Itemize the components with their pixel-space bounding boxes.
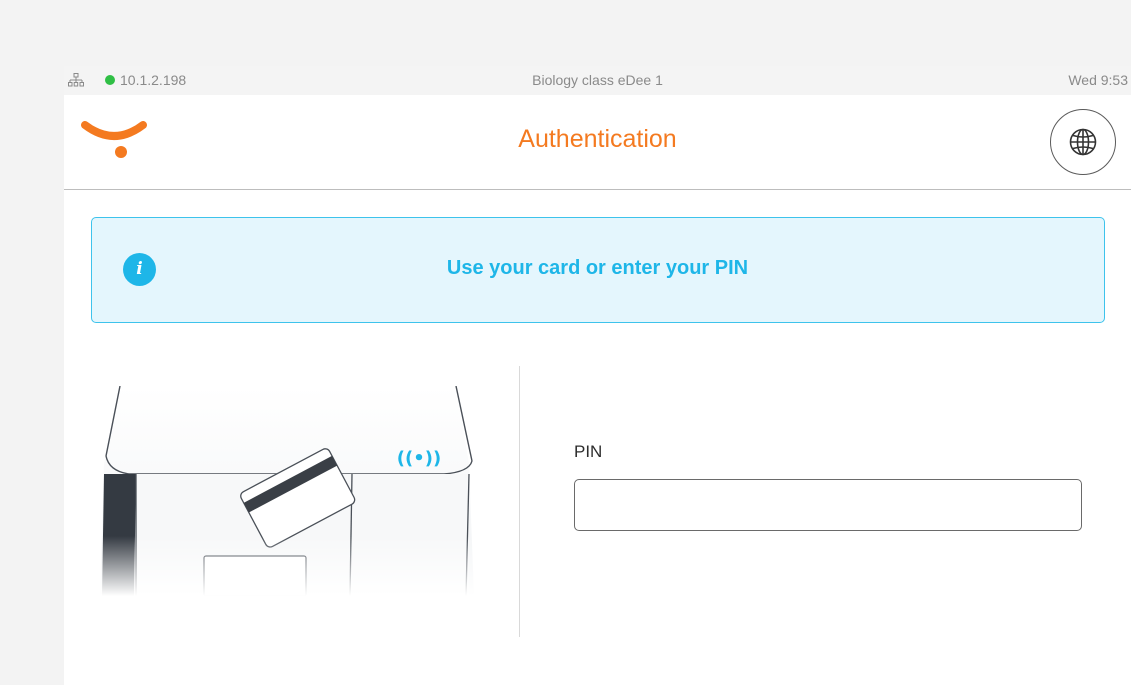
column-divider [519, 366, 520, 637]
language-button[interactable] [1050, 109, 1116, 175]
page-title: Authentication [518, 125, 677, 153]
contactless-icon: ((•)) [397, 448, 441, 469]
app-header: Authentication [64, 95, 1131, 190]
card-reader-illustration: ((•)) [84, 386, 504, 596]
globe-icon [1069, 128, 1097, 156]
clock: Wed 9:53 [1068, 72, 1128, 88]
device-name: Biology class eDee 1 [532, 72, 663, 88]
pin-input[interactable] [574, 479, 1082, 531]
terminal-screen: 10.1.2.198 Biology class eDee 1 Wed 9:53… [64, 66, 1131, 685]
pin-label: PIN [574, 442, 603, 461]
info-message: Use your card or enter your PIN [446, 257, 749, 279]
status-bar: 10.1.2.198 Biology class eDee 1 Wed 9:53 [64, 66, 1131, 95]
info-banner: i Use your card or enter your PIN [91, 217, 1105, 323]
